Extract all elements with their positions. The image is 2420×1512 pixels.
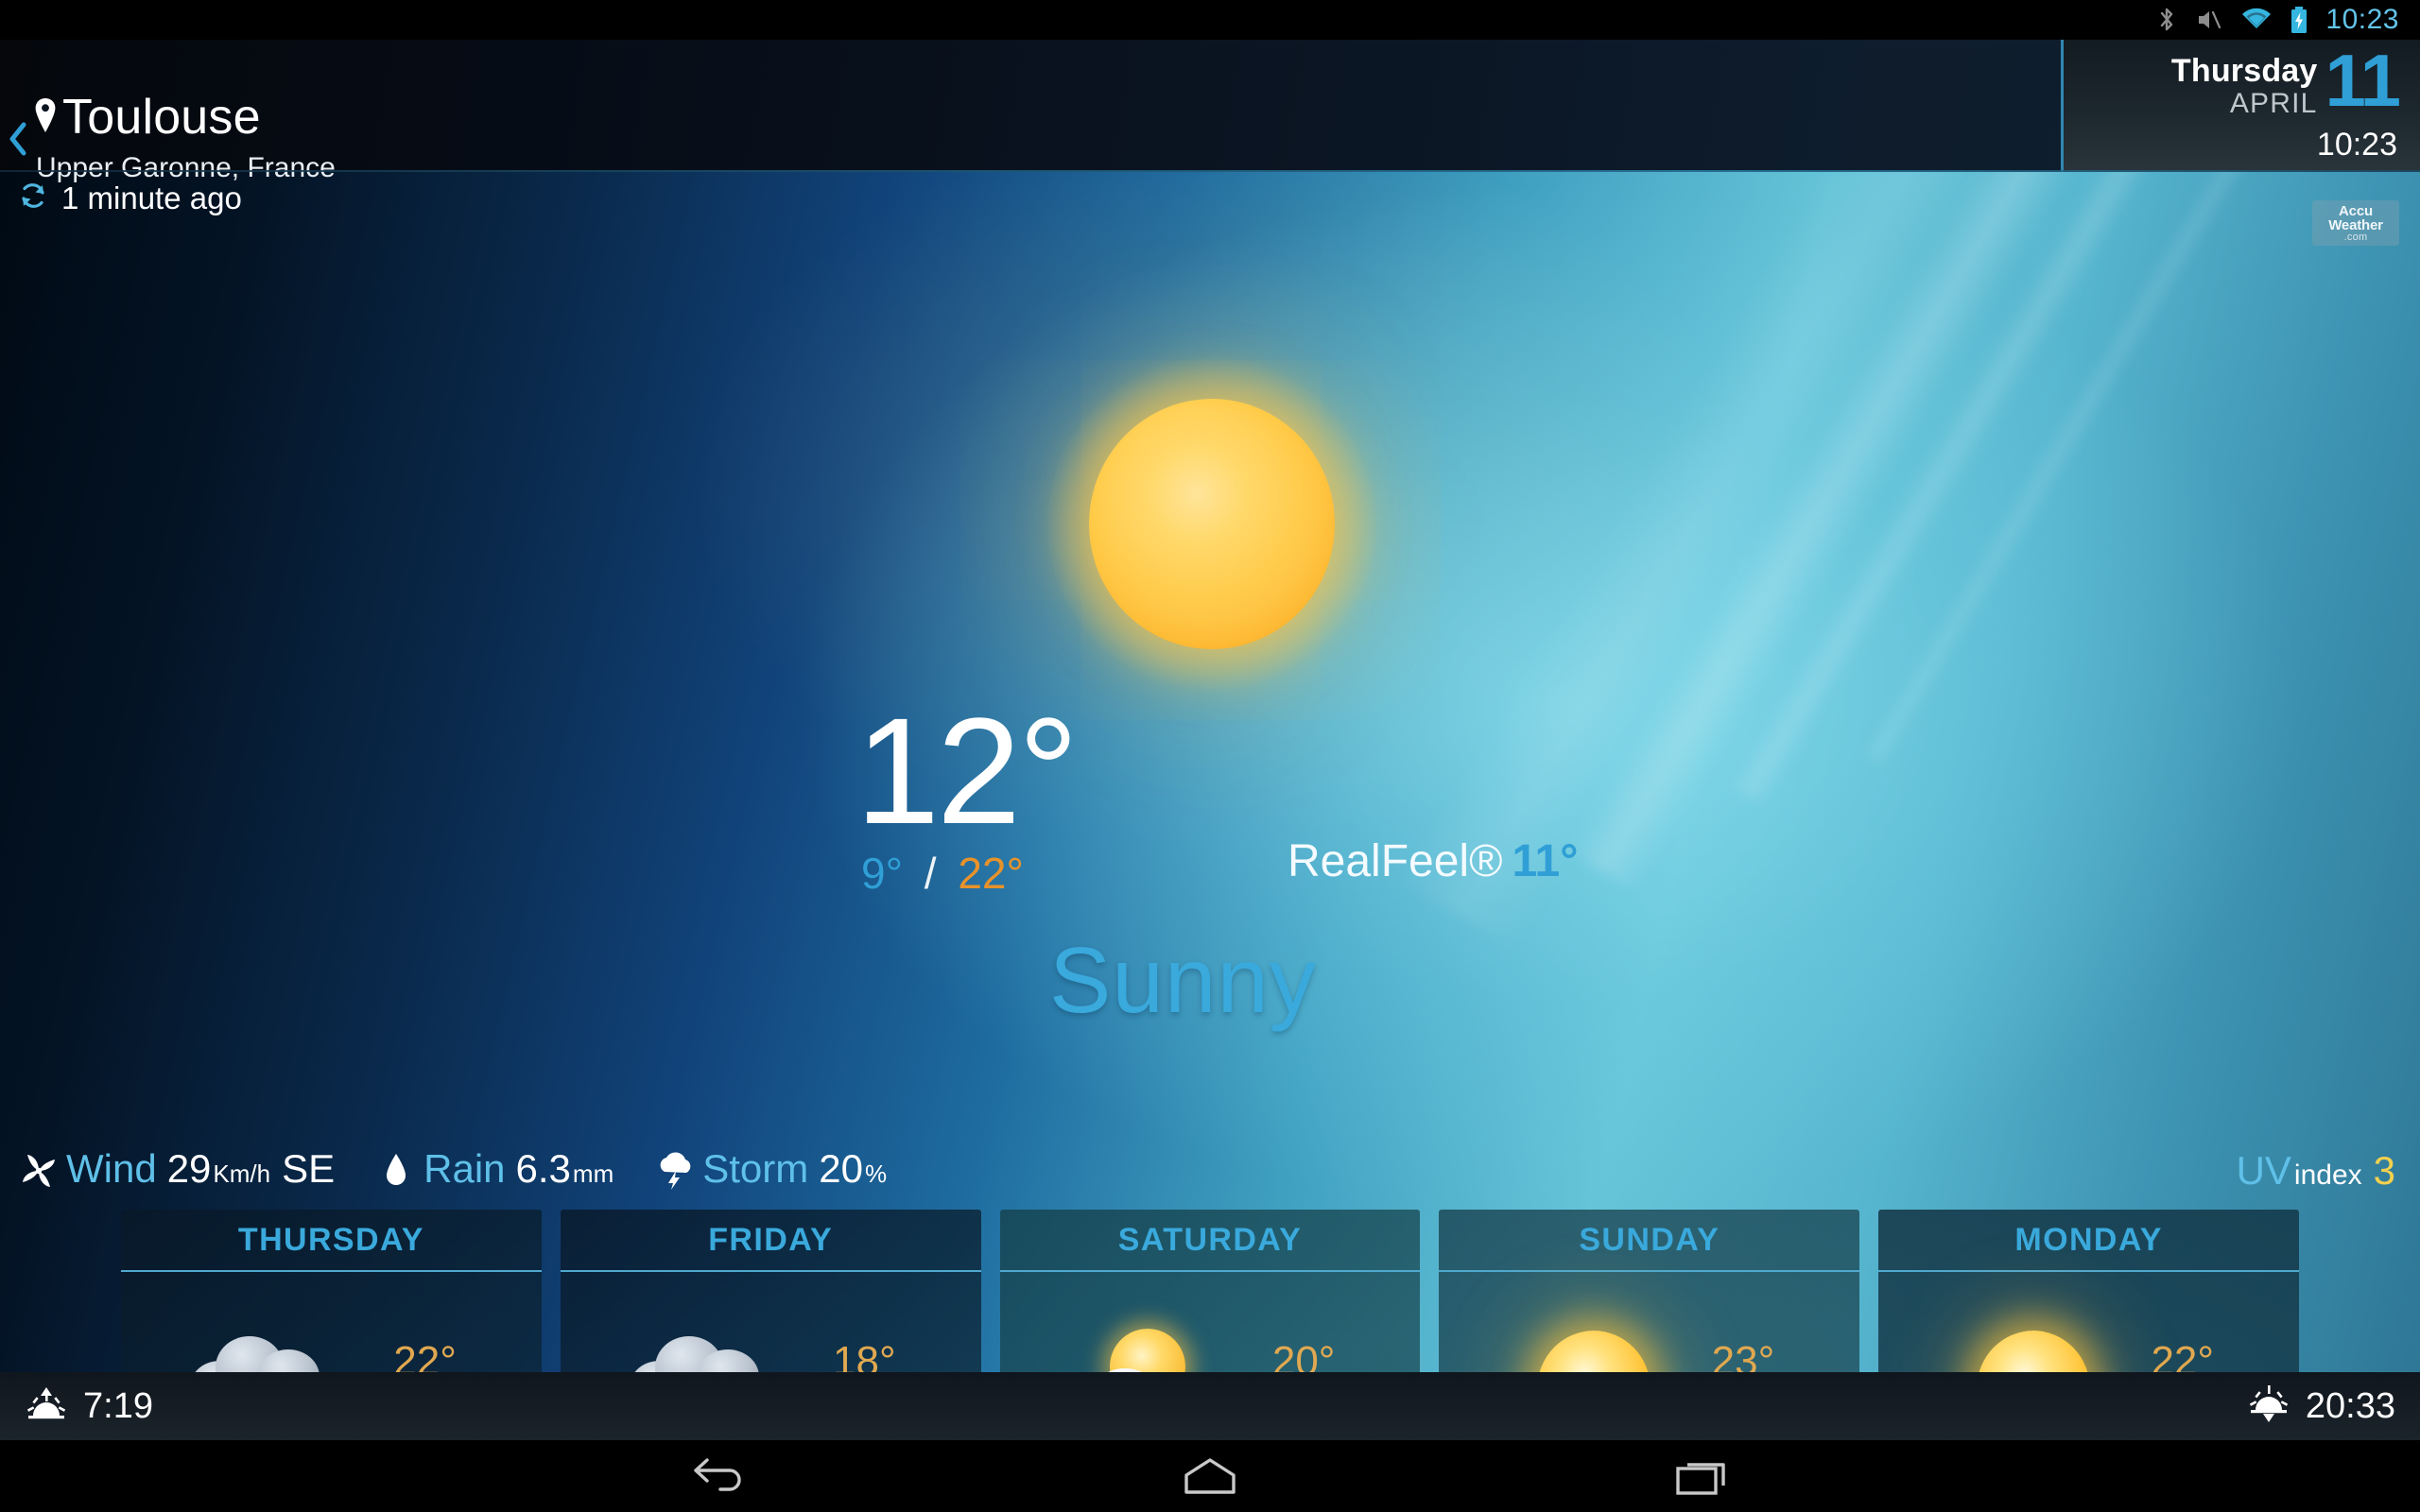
forecast-row: THURSDAY 22° FRIDAY 18° SATURDAY 20° SUN…	[121, 1210, 2299, 1372]
detail-wind-direction: SE	[282, 1146, 336, 1191]
forecast-card-header: SUNDAY	[1439, 1210, 1860, 1272]
location-block[interactable]: Toulouse Upper Garonne, France	[32, 93, 336, 182]
sunrise-time: 7:19	[83, 1386, 153, 1426]
refresh-icon[interactable]	[17, 180, 49, 216]
rain-cloud-icon	[170, 1308, 359, 1372]
date-panel-clock: 10:23	[2316, 127, 2397, 163]
rain-cloud-icon	[610, 1308, 799, 1372]
recents-nav-icon[interactable]	[1560, 1440, 1843, 1512]
detail-rain-label: Rain	[424, 1146, 506, 1191]
detail-rain-unit: mm	[572, 1160, 614, 1188]
sun-icon	[1927, 1308, 2117, 1372]
temperature-low: 9°	[861, 849, 903, 899]
forecast-card-header: SATURDAY	[999, 1210, 1421, 1272]
brand-line-1: Accu	[2339, 202, 2373, 219]
forecast-day-label: MONDAY	[2014, 1221, 2163, 1258]
forecast-card-header: THURSDAY	[121, 1210, 542, 1272]
forecast-day-label: SATURDAY	[1117, 1221, 1303, 1258]
android-navigation-bar	[0, 1440, 2420, 1512]
temperature-high: 22°	[958, 849, 1024, 899]
weather-app-screen: 10:23 Toulouse Upper Garonne, France Thu…	[0, 0, 2420, 1512]
detail-storm-unit: %	[864, 1160, 888, 1188]
forecast-day-label: SUNDAY	[1579, 1221, 1720, 1258]
brand-line-3: .com	[2343, 231, 2368, 243]
forecast-day-label: THURSDAY	[237, 1221, 424, 1258]
detail-wind-label: Wind	[66, 1146, 157, 1191]
current-weather-panel: 1 minute ago Accu Weather .com 12° 9° / …	[0, 172, 2420, 1372]
weather-details-row: Wind 29 Km/h SE Rain 6.3 mm Storm 20 % U…	[0, 1134, 2420, 1208]
brand-line-2: Weather	[2328, 216, 2383, 233]
sun-icon	[1488, 1308, 1677, 1372]
date-weekday: Thursday	[2170, 53, 2318, 89]
forecast-card-header: FRIDAY	[560, 1210, 981, 1272]
forecast-high: 20°	[1271, 1337, 1336, 1372]
bluetooth-icon	[2155, 6, 2178, 34]
sunset-item: 20:33	[2247, 1384, 2395, 1428]
battery-charging-icon	[2290, 6, 2308, 34]
accuweather-logo[interactable]: Accu Weather .com	[2312, 200, 2399, 246]
temperature-range: 9° / 22°	[861, 851, 1076, 895]
sunset-time: 20:33	[2305, 1386, 2395, 1426]
location-pin-icon	[32, 96, 59, 136]
uv-label: UV	[2236, 1148, 2291, 1193]
city-name: Toulouse	[62, 90, 261, 145]
sunset-icon	[2247, 1384, 2290, 1428]
forecast-card-sunday[interactable]: SUNDAY 23° 12°	[1439, 1210, 1860, 1372]
rain-icon	[374, 1149, 418, 1193]
current-condition-sun-icon	[1047, 357, 1376, 691]
sunrise-item: 7:19	[25, 1385, 153, 1428]
forecast-high: 23°	[1711, 1337, 1775, 1372]
back-chevron-icon[interactable]	[6, 121, 30, 157]
android-status-bar: 10:23	[0, 0, 2420, 40]
last-updated-text: 1 minute ago	[61, 180, 242, 215]
forecast-card-monday[interactable]: MONDAY 22° 12°	[1878, 1210, 2299, 1372]
date-panel[interactable]: Thursday APRIL 11 10:23	[2061, 40, 2420, 172]
forecast-high: 22°	[2151, 1337, 2214, 1372]
current-temperature: 12°	[856, 686, 1079, 855]
sound-muted-icon	[2195, 6, 2223, 34]
sunrise-icon	[25, 1385, 68, 1428]
detail-wind[interactable]: Wind 29 Km/h SE	[17, 1149, 335, 1193]
home-nav-icon[interactable]	[1068, 1440, 1352, 1512]
forecast-card-saturday[interactable]: SATURDAY 20° 11°	[999, 1210, 1421, 1372]
detail-storm-label: Storm	[702, 1146, 809, 1191]
uv-value: 3	[2373, 1148, 2395, 1193]
status-bar-clock: 10:23	[2325, 4, 2399, 35]
wind-icon	[17, 1149, 60, 1193]
current-temperature-block: 12° 9° / 22°	[856, 686, 1079, 895]
region-name: Upper Garonne, France	[36, 152, 336, 183]
location-header: Toulouse Upper Garonne, France Thursday …	[0, 40, 2420, 182]
forecast-day-label: FRIDAY	[708, 1221, 834, 1258]
sun-times-bar: 7:19 20:33	[0, 1372, 2420, 1440]
temperature-separator: /	[924, 849, 937, 899]
light-ray-decoration	[1728, 172, 2243, 807]
realfeel-value: 11°	[1512, 836, 1579, 886]
condition-text: Sunny	[1049, 928, 1317, 1032]
last-updated-row[interactable]: 1 minute ago	[17, 180, 242, 216]
uv-index-block[interactable]: UV index 3	[2237, 1151, 2395, 1191]
realfeel-block: RealFeel® 11°	[1288, 839, 1578, 885]
detail-rain-value: 6.3	[515, 1146, 571, 1191]
partly-cloudy-icon	[1049, 1308, 1238, 1372]
forecast-card-thursday[interactable]: THURSDAY 22°	[121, 1210, 542, 1372]
forecast-card-header: MONDAY	[1878, 1210, 2299, 1272]
detail-storm[interactable]: Storm 20 %	[653, 1149, 887, 1193]
uv-sublabel: index	[2293, 1160, 2362, 1191]
detail-wind-value: 29	[166, 1146, 212, 1191]
back-nav-icon[interactable]	[577, 1440, 860, 1512]
detail-storm-value: 20	[819, 1146, 863, 1191]
forecast-card-friday[interactable]: FRIDAY 18°	[560, 1210, 981, 1372]
forecast-high: 18°	[833, 1337, 896, 1372]
realfeel-label: RealFeel®	[1288, 836, 1503, 886]
detail-wind-unit: Km/h	[213, 1160, 271, 1188]
forecast-high: 22°	[393, 1337, 457, 1372]
light-ray-decoration	[1862, 172, 2325, 766]
date-month: APRIL	[2229, 87, 2318, 119]
light-ray-decoration	[1564, 172, 2150, 894]
date-day-number: 11	[2325, 39, 2401, 122]
wifi-icon	[2240, 7, 2273, 33]
storm-icon	[653, 1149, 697, 1193]
detail-rain[interactable]: Rain 6.3 mm	[374, 1149, 614, 1193]
light-ray-decoration	[1397, 172, 2080, 952]
